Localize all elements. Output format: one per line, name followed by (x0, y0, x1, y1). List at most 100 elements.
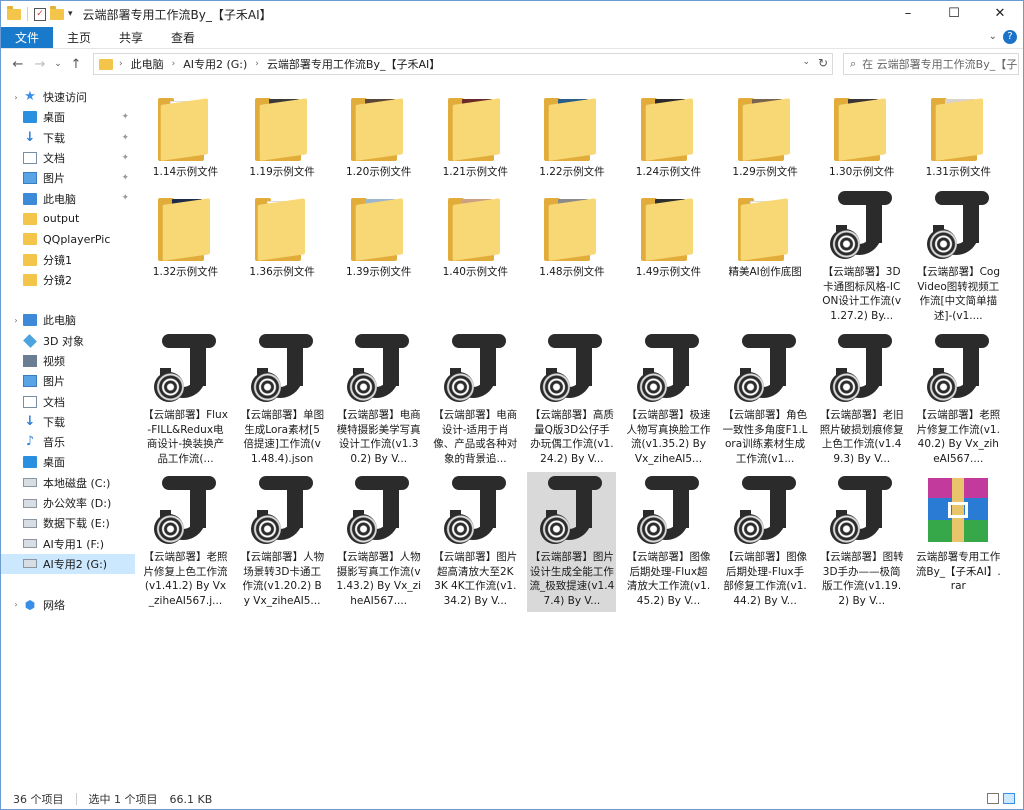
json-file-icon (443, 476, 508, 546)
pin-icon[interactable]: ✦ (121, 193, 129, 203)
json-file-item[interactable]: 【云端部署】3D卡通图标风格-ICON设计工作流(v1.27.2) By... (817, 187, 906, 327)
json-file-icon (926, 191, 991, 261)
chevron-down-icon[interactable]: › (11, 316, 21, 325)
tab-view[interactable]: 查看 (157, 27, 209, 48)
pin-icon[interactable]: ✦ (121, 173, 129, 183)
address-dropdown-icon[interactable]: ⌄ (802, 57, 810, 67)
json-file-item[interactable]: 【云端部署】电商模特摄影美学写真设计工作流(v1.30.2) By V... (334, 330, 423, 470)
json-file-icon (830, 191, 894, 261)
close-button[interactable]: ✕ (977, 1, 1023, 27)
chevron-down-icon[interactable]: › (11, 600, 21, 609)
nav-item[interactable]: AI专用1 (F:) (1, 534, 135, 554)
properties-icon[interactable]: ✓ (34, 7, 46, 21)
minimize-button[interactable]: – (885, 1, 931, 27)
breadcrumb-this-pc[interactable]: 此电脑 (131, 56, 164, 72)
nav-item[interactable]: 图片 ✦ (1, 168, 135, 188)
chevron-right-icon[interactable]: › (172, 59, 176, 69)
nav-item[interactable]: 桌面 ✦ (1, 107, 135, 127)
nav-item-label: 图片 (43, 375, 65, 389)
nav-item[interactable]: 图片 (1, 371, 135, 391)
json-file-item[interactable]: 【云端部署】人物摄影写真工作流(v1.43.2) By Vx_ziheAI567… (334, 472, 423, 612)
archive-file-item[interactable]: 云端部署专用工作流By_【子禾AI】.rar (914, 472, 1003, 612)
forward-button[interactable]: → (29, 57, 51, 72)
scrollbar[interactable] (1009, 85, 1023, 789)
nav-item[interactable]: 数据下载 (E:) (1, 513, 135, 533)
tab-file[interactable]: 文件 (1, 27, 54, 48)
json-file-item[interactable]: 【云端部署】Flux-FILL&Redux电商设计-换装换产品工作流(... (141, 330, 230, 470)
nav-item[interactable]: › ★ 快速访问 (1, 87, 135, 107)
chevron-right-icon[interactable]: › (255, 59, 259, 69)
breadcrumb-folder[interactable]: 云端部署专用工作流By_【子禾AI】 (267, 56, 440, 72)
address-bar[interactable]: › 此电脑 › AI专用2 (G:) › 云端部署专用工作流By_【子禾AI】 … (93, 53, 833, 75)
tab-home[interactable]: 主页 (53, 27, 105, 48)
maximize-button[interactable]: ☐ (931, 1, 977, 27)
refresh-icon[interactable]: ↻ (818, 56, 828, 70)
json-file-item[interactable]: 【云端部署】人物场景转3D卡通工作流(v1.20.2) By Vx_ziheAI… (238, 472, 327, 612)
nav-item[interactable]: output (1, 209, 135, 229)
up-button[interactable]: ↑ (65, 57, 87, 72)
chevron-right-icon[interactable]: › (119, 59, 123, 69)
json-file-item[interactable]: 【云端部署】图片设计生成全能工作流_极致提速(v1.47.4) By V... (527, 472, 617, 612)
back-button[interactable]: ← (7, 57, 29, 72)
nav-item[interactable]: 桌面 (1, 452, 135, 472)
nav-item[interactable]: 视频 (1, 351, 135, 371)
customize-dropdown-icon[interactable]: ▾ (68, 9, 73, 19)
details-view-button[interactable] (987, 793, 999, 804)
folder-item[interactable]: 1.39示例文件 (334, 187, 423, 327)
nav-item[interactable]: ♪ 音乐 (1, 432, 135, 452)
nav-item[interactable]: ↓ 下载 (1, 412, 135, 432)
pin-icon[interactable]: ✦ (121, 153, 129, 163)
json-file-item[interactable]: 【云端部署】高质量Q版3D公仔手办玩偶工作流(v1.24.2) By V... (527, 330, 616, 470)
search-box[interactable]: ⌕ 在 云端部署专用工作流By_【子... (843, 53, 1019, 75)
json-file-item[interactable]: 【云端部署】极速人物写真换脸工作流(v1.35.2) By Vx_ziheAI5… (624, 330, 713, 470)
help-icon[interactable]: ? (1003, 30, 1017, 44)
json-file-item[interactable]: 【云端部署】角色一致性多角度F1.Lora训练素材生成工作流(v1... (721, 330, 810, 470)
nav-item[interactable]: 本地磁盘 (C:) (1, 473, 135, 493)
file-thumbnail (624, 472, 713, 550)
chevron-down-icon[interactable]: › (11, 93, 21, 102)
pin-icon[interactable]: ✦ (121, 133, 129, 143)
folder-item[interactable]: 1.49示例文件 (624, 187, 713, 327)
json-file-item[interactable]: 【云端部署】图像后期处理-Flux手部修复工作流(v1.44.2) By V..… (721, 472, 810, 612)
json-file-item[interactable]: 【云端部署】CogVideo图转视频工作流[中文简单描述]-(v1.... (914, 187, 1003, 327)
folder-icon[interactable] (7, 5, 21, 20)
breadcrumb-drive[interactable]: AI专用2 (G:) (183, 56, 247, 72)
json-file-item[interactable]: 【云端部署】单图生成Lora素材[5倍提速]工作流(v1.48.4).json (238, 330, 327, 470)
json-file-item[interactable]: 【云端部署】老照片修复上色工作流(v1.41.2) By Vx_ziheAI56… (141, 472, 230, 612)
nav-item[interactable]: › 此电脑 (1, 310, 135, 330)
nav-item[interactable]: 此电脑 ✦ (1, 188, 135, 208)
file-name: 【云端部署】图像后期处理-Flux超清放大工作流(v1.45.2) By V..… (626, 551, 711, 607)
nav-item[interactable]: 文档 (1, 391, 135, 411)
folder-item[interactable]: 1.36示例文件 (238, 187, 327, 327)
nav-item-label: 分镜1 (43, 253, 72, 267)
json-file-item[interactable]: 【云端部署】图像后期处理-Flux超清放大工作流(v1.45.2) By V..… (624, 472, 713, 612)
nav-item[interactable]: ↓ 下载 ✦ (1, 128, 135, 148)
pin-icon[interactable]: ✦ (121, 112, 129, 122)
nav-item[interactable]: 分镜2 (1, 270, 135, 290)
json-file-item[interactable]: 【云端部署】电商设计-适用于肖像、产品或各种对象的背景追... (431, 330, 520, 470)
folder-item[interactable]: 1.40示例文件 (431, 187, 520, 327)
file-name: 【云端部署】老照片修复工作流(v1.40.2) By Vx_ziheAI567.… (916, 409, 1001, 465)
json-file-item[interactable]: 【云端部署】图转3D手办——极简版工作流(v1.19.2) By V... (817, 472, 906, 612)
folder-item[interactable]: 1.32示例文件 (141, 187, 230, 327)
nav-item[interactable]: 分镜1 (1, 249, 135, 269)
folder-item[interactable]: 精美AI创作底图 (721, 187, 810, 327)
json-file-item[interactable]: 【云端部署】图片超高清放大至2K 3K 4K工作流(v1.34.2) By V.… (431, 472, 520, 612)
folder-item[interactable]: 1.48示例文件 (527, 187, 616, 327)
recent-locations-icon[interactable]: ⌄ (51, 59, 65, 69)
json-file-item[interactable]: 【云端部署】老旧照片破损划痕修复上色工作流(v1.49.3) By V... (817, 330, 906, 470)
json-file-item[interactable]: 【云端部署】老照片修复工作流(v1.40.2) By Vx_ziheAI567.… (914, 330, 1003, 470)
large-icons-view-button[interactable] (1003, 793, 1015, 804)
nav-item[interactable]: AI专用2 (G:) (1, 553, 135, 575)
nav-item-label: 数据下载 (E:) (43, 517, 110, 531)
nav-item[interactable]: 办公效率 (D:) (1, 493, 135, 513)
expand-ribbon-icon[interactable]: ⌄ (989, 31, 997, 42)
file-thumbnail (914, 330, 1003, 408)
new-folder-icon[interactable] (50, 5, 64, 20)
nav-item[interactable]: 文档 ✦ (1, 148, 135, 168)
tab-share[interactable]: 共享 (105, 27, 157, 48)
nav-item[interactable]: › ⬢ 网络 (1, 594, 135, 614)
nav-item[interactable]: QQplayerPic (1, 229, 135, 249)
nav-item[interactable]: 3D 对象 (1, 331, 135, 351)
search-input[interactable]: 在 云端部署专用工作流By_【子... (862, 56, 1018, 72)
